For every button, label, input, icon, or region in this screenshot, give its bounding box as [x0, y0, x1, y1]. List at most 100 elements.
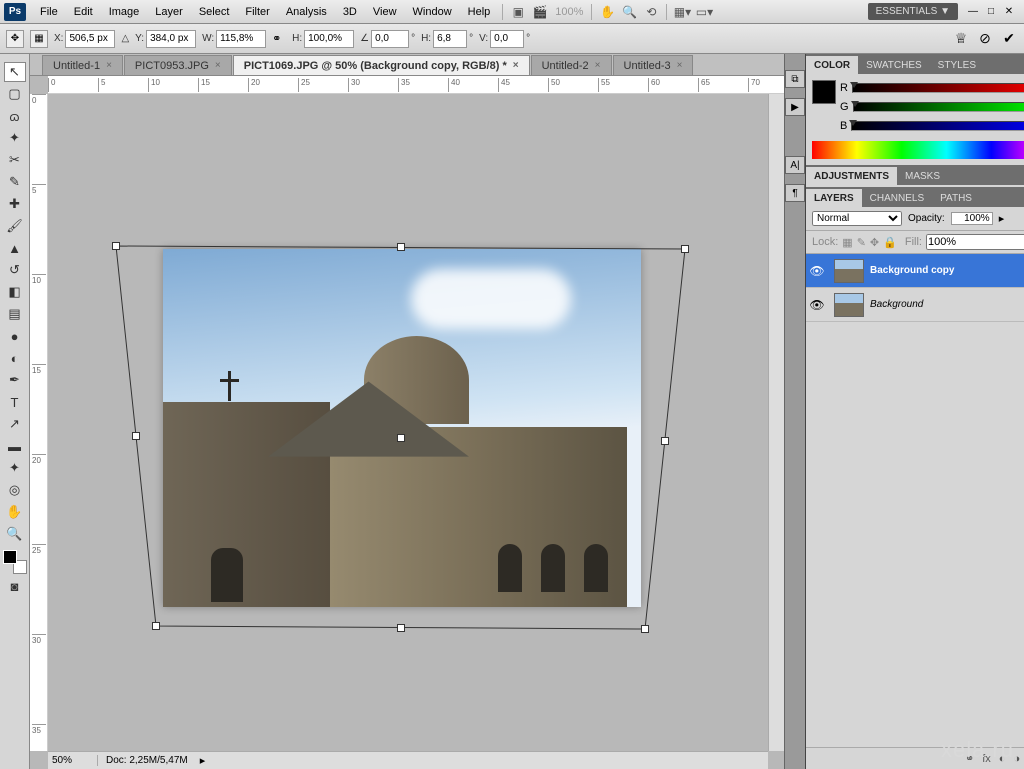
w-input[interactable]: [216, 30, 266, 48]
fill-input[interactable]: [926, 234, 1024, 250]
history-brush-tool[interactable]: ↺: [4, 260, 26, 280]
pen-tool[interactable]: ✒: [4, 370, 26, 390]
tab-styles[interactable]: STYLES: [930, 56, 984, 74]
lock-position-icon[interactable]: ✥: [870, 236, 879, 249]
menu-view[interactable]: View: [365, 4, 405, 20]
document-tab[interactable]: Untitled-3×: [613, 55, 694, 75]
angle-input[interactable]: [371, 30, 409, 48]
eyedropper-tool[interactable]: ✎: [4, 172, 26, 192]
r-slider[interactable]: [852, 83, 1024, 93]
menu-filter[interactable]: Filter: [237, 4, 277, 20]
3d-tool[interactable]: ✦: [4, 458, 26, 478]
menu-layer[interactable]: Layer: [147, 4, 191, 20]
screen-mode-icon[interactable]: ▭▾: [695, 3, 713, 21]
menu-3d[interactable]: 3D: [335, 4, 365, 20]
chevron-right-icon[interactable]: ▸: [200, 754, 206, 767]
foreground-color[interactable]: [3, 550, 17, 564]
close-icon[interactable]: ×: [215, 60, 221, 71]
visibility-icon[interactable]: 👁: [806, 298, 828, 312]
document-tab[interactable]: Untitled-2×: [531, 55, 612, 75]
menu-window[interactable]: Window: [405, 4, 460, 20]
cancel-transform-icon[interactable]: ⊘: [976, 30, 994, 48]
color-swatches[interactable]: [3, 550, 27, 574]
healing-tool[interactable]: ✚: [4, 194, 26, 214]
h-input[interactable]: [304, 30, 354, 48]
tab-adjustments[interactable]: ADJUSTMENTS: [806, 167, 897, 185]
quick-mask-tool[interactable]: ◙: [4, 576, 26, 596]
brush-tool[interactable]: 🖌: [4, 216, 26, 236]
layer-row[interactable]: 👁 Background copy: [806, 254, 1024, 288]
shear-v-input[interactable]: [490, 30, 524, 48]
link-wh-icon[interactable]: ⚭: [272, 32, 286, 46]
close-icon[interactable]: ×: [595, 60, 601, 71]
commit-transform-icon[interactable]: ✔: [1000, 30, 1018, 48]
tab-color[interactable]: COLOR: [806, 56, 858, 74]
arrange-docs-icon[interactable]: ▦▾: [673, 3, 691, 21]
view-extras-icon[interactable]: 🎬: [531, 3, 549, 21]
history-panel-icon[interactable]: ⧉: [785, 70, 805, 88]
layer-thumbnail[interactable]: [834, 293, 864, 317]
crop-tool[interactable]: ✂: [4, 150, 26, 170]
transform-tool-icon[interactable]: ✥: [6, 30, 24, 48]
opacity-input[interactable]: [951, 212, 993, 225]
tab-layers[interactable]: LAYERS: [806, 189, 862, 207]
x-input[interactable]: [65, 30, 115, 48]
layer-name[interactable]: Background copy: [870, 265, 954, 276]
reference-point-icon[interactable]: ▦: [30, 30, 48, 48]
lasso-tool[interactable]: ɷ: [4, 106, 26, 126]
b-slider[interactable]: [851, 121, 1024, 131]
menu-select[interactable]: Select: [191, 4, 238, 20]
blend-mode-select[interactable]: Normal: [812, 211, 902, 226]
menu-file[interactable]: File: [32, 4, 66, 20]
document-tab[interactable]: PICT0953.JPG×: [124, 55, 232, 75]
transform-handle-bl[interactable]: [152, 622, 160, 630]
color-preview[interactable]: [812, 80, 836, 104]
document-tab[interactable]: Untitled-1×: [42, 55, 123, 75]
hand-tool[interactable]: ✋: [4, 502, 26, 522]
transform-handle-bc[interactable]: [397, 624, 405, 632]
dodge-tool[interactable]: ◐: [4, 348, 26, 368]
3d-camera-tool[interactable]: ◎: [4, 480, 26, 500]
lock-transparency-icon[interactable]: ▦: [842, 236, 852, 249]
stamp-tool[interactable]: ▲: [4, 238, 26, 258]
transform-handle-br[interactable]: [641, 625, 649, 633]
close-icon[interactable]: ×: [513, 60, 519, 71]
chevron-right-icon[interactable]: ▸: [999, 212, 1005, 225]
workspace-switcher[interactable]: ESSENTIALS ▼: [868, 3, 958, 20]
close-button[interactable]: ✕: [1002, 5, 1016, 19]
menu-help[interactable]: Help: [460, 4, 499, 20]
adjustment-layer-icon[interactable]: ◑: [1013, 753, 1020, 765]
move-tool[interactable]: ↖: [4, 62, 26, 82]
tab-channels[interactable]: CHANNELS: [862, 189, 932, 207]
gradient-tool[interactable]: ▤: [4, 304, 26, 324]
shear-h-input[interactable]: [433, 30, 467, 48]
transform-handle-tl[interactable]: [112, 242, 120, 250]
delta-icon[interactable]: △: [121, 33, 129, 44]
layer-row[interactable]: 👁 Background 🔒: [806, 288, 1024, 322]
minimize-button[interactable]: —: [966, 5, 980, 19]
type-tool[interactable]: T: [4, 392, 26, 412]
warp-mode-icon[interactable]: ♕: [952, 30, 970, 48]
transform-handle-ml[interactable]: [132, 432, 140, 440]
zoom-level[interactable]: 50%: [48, 755, 98, 766]
launch-bridge-icon[interactable]: ▣: [509, 3, 527, 21]
menu-image[interactable]: Image: [101, 4, 148, 20]
blur-tool[interactable]: ●: [4, 326, 26, 346]
lock-all-icon[interactable]: 🔒: [883, 236, 897, 249]
paragraph-panel-icon[interactable]: ¶: [785, 184, 805, 202]
shape-tool[interactable]: ▬: [4, 436, 26, 456]
canvas-viewport[interactable]: [48, 94, 768, 751]
menu-analysis[interactable]: Analysis: [278, 4, 335, 20]
path-tool[interactable]: ↗: [4, 414, 26, 434]
canvas[interactable]: [163, 249, 641, 607]
close-icon[interactable]: ×: [106, 60, 112, 71]
transform-handle-tc[interactable]: [397, 243, 405, 251]
visibility-icon[interactable]: 👁: [806, 264, 828, 278]
lock-pixels-icon[interactable]: ✎: [857, 236, 866, 249]
tab-masks[interactable]: MASKS: [897, 167, 948, 185]
transform-handle-tr[interactable]: [681, 245, 689, 253]
zoom-tool-icon[interactable]: 🔍: [620, 3, 638, 21]
g-slider[interactable]: [853, 102, 1024, 112]
close-icon[interactable]: ×: [677, 60, 683, 71]
tab-swatches[interactable]: SWATCHES: [858, 56, 930, 74]
